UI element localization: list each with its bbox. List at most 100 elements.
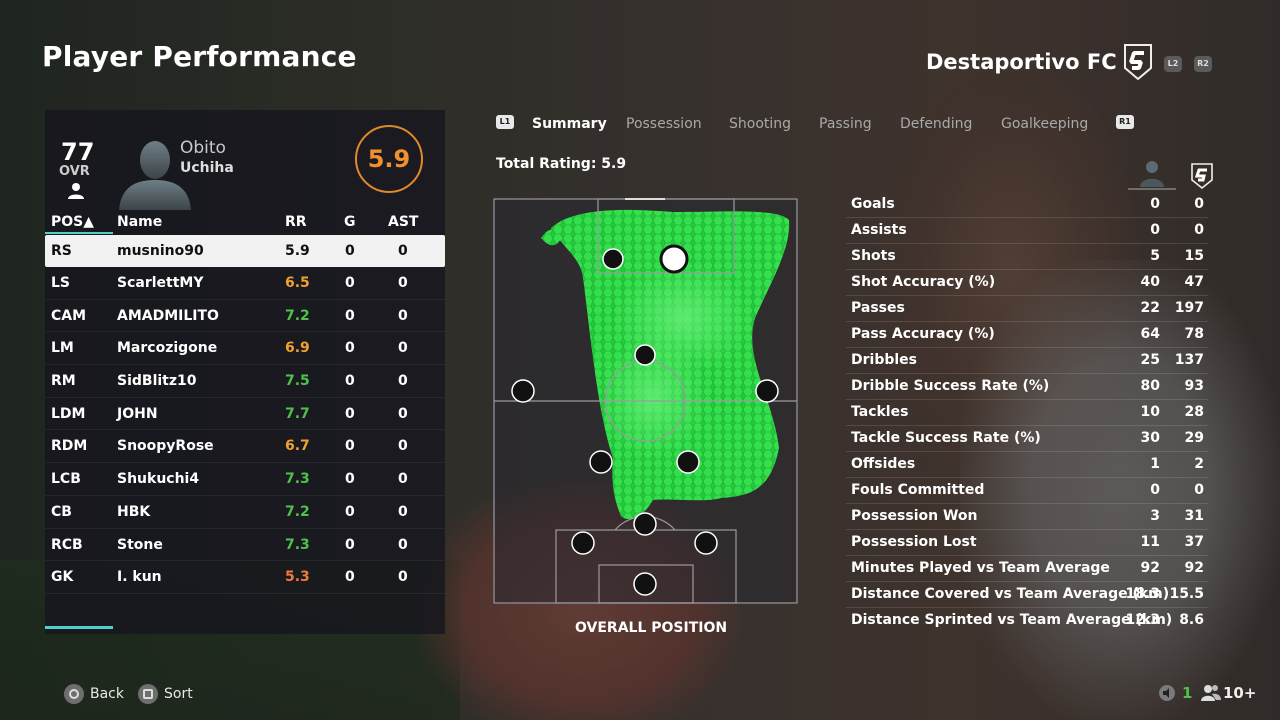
table-row[interactable]: GK I. kun 5.3 0 0 [45, 561, 445, 594]
row-g: 0 [345, 373, 355, 390]
tab-goalkeeping[interactable]: Goalkeeping [1001, 116, 1088, 132]
row-g: 0 [345, 307, 355, 324]
tab-summary[interactable]: Summary [532, 116, 607, 132]
stat-label: Possession Lost [851, 534, 977, 550]
row-rr: 6.7 [285, 438, 310, 455]
stat-row: Goals 0 0 [846, 192, 1208, 218]
row-rr: 5.3 [285, 569, 310, 586]
stat-team-value: 197 [1174, 300, 1204, 316]
table-row[interactable]: RCB Stone 7.3 0 0 [45, 529, 445, 562]
row-name: HBK [117, 503, 151, 520]
stat-label: Dribbles [851, 352, 917, 368]
stat-team-value: 15 [1184, 248, 1204, 264]
stat-team-value: 28 [1184, 404, 1204, 420]
circle-button-icon[interactable] [64, 684, 84, 704]
table-row[interactable]: LDM JOHN 7.7 0 0 [45, 398, 445, 431]
player-rating-badge: 5.9 [355, 125, 423, 193]
stat-label: Passes [851, 300, 905, 316]
stat-label: Tackles [851, 404, 909, 420]
player-dot[interactable] [571, 531, 595, 555]
club-crest-icon [1124, 44, 1152, 81]
col-pos[interactable]: POS▲ [51, 214, 94, 230]
row-g: 0 [345, 503, 355, 520]
stat-row: Possession Won 3 31 [846, 504, 1208, 530]
r1-button-icon[interactable]: R1 [1116, 115, 1134, 129]
player-dot[interactable] [511, 379, 535, 403]
online-count: 1 [1182, 684, 1193, 702]
stat-row: Dribbles 25 137 [846, 348, 1208, 374]
player-dot[interactable] [634, 344, 656, 366]
row-rr: 6.9 [285, 340, 310, 357]
row-ast: 0 [398, 536, 408, 553]
table-row[interactable]: RM SidBlitz10 7.5 0 0 [45, 365, 445, 398]
player-table: RS musnino90 5.9 0 0 LS ScarlettMY 6.5 0… [45, 235, 445, 594]
party-count: 10+ [1223, 684, 1257, 702]
stat-player-value: 11 [1140, 534, 1160, 550]
col-rr[interactable]: RR [285, 214, 307, 230]
tab-shooting[interactable]: Shooting [729, 116, 791, 132]
tab-defending[interactable]: Defending [900, 116, 972, 132]
row-pos: CB [51, 503, 72, 520]
row-pos: LS [51, 275, 71, 291]
table-row[interactable]: LM Marcozigone 6.9 0 0 [45, 332, 445, 366]
back-button[interactable]: Back [90, 686, 124, 702]
row-pos: RDM [51, 438, 88, 455]
stat-team-value: 92 [1184, 560, 1204, 576]
horizontal-scrollbar[interactable] [45, 626, 445, 634]
col-g[interactable]: G [344, 214, 356, 230]
row-rr: 6.5 [285, 275, 310, 291]
tab-passing[interactable]: Passing [819, 116, 872, 132]
square-button-icon[interactable] [138, 684, 158, 704]
stat-label: Pass Accuracy (%) [851, 326, 995, 342]
stat-team-value: 15.5 [1169, 586, 1204, 602]
row-ast: 0 [398, 503, 408, 520]
stat-label: Assists [851, 222, 907, 238]
stat-row: Shot Accuracy (%) 40 47 [846, 270, 1208, 296]
stat-label: Dribble Success Rate (%) [851, 378, 1050, 394]
tab-possession[interactable]: Possession [626, 116, 702, 132]
sort-indicator [45, 232, 113, 234]
stat-row: Tackle Success Rate (%) 30 29 [846, 426, 1208, 452]
stat-player-value: 30 [1140, 430, 1160, 446]
player-dot[interactable] [755, 379, 779, 403]
row-pos: LM [51, 340, 74, 357]
stat-label: Tackle Success Rate (%) [851, 430, 1041, 446]
table-row[interactable]: CB HBK 7.2 0 0 [45, 496, 445, 529]
row-pos: LCB [51, 471, 81, 488]
player-card: 77 OVR Obito Uchiha 5.9 [45, 110, 445, 210]
player-dot[interactable] [633, 512, 657, 536]
table-row[interactable]: RS musnino90 5.9 0 0 [45, 235, 445, 267]
sort-button[interactable]: Sort [164, 686, 193, 702]
stat-player-value: 12.3 [1125, 612, 1160, 628]
player-dot[interactable] [676, 450, 700, 474]
stat-team-value: 78 [1184, 326, 1204, 342]
row-name: Marcozigone [117, 340, 218, 357]
l1-button-icon[interactable]: L1 [496, 115, 514, 129]
row-name: JOHN [117, 405, 158, 422]
row-name: AMADMILITO [117, 307, 219, 324]
table-row[interactable]: RDM SnoopyRose 6.7 0 0 [45, 430, 445, 464]
table-row[interactable]: LCB Shukuchi4 7.3 0 0 [45, 463, 445, 496]
row-pos: RS [51, 243, 72, 259]
row-rr: 7.2 [285, 503, 310, 520]
page-title: Player Performance [42, 40, 357, 73]
player-dot[interactable] [589, 450, 613, 474]
player-dot[interactable] [602, 248, 624, 270]
stat-team-value: 2 [1194, 456, 1204, 472]
l2-button-icon[interactable]: L2 [1164, 56, 1182, 72]
table-row[interactable]: LS ScarlettMY 6.5 0 0 [45, 267, 445, 300]
row-pos: RM [51, 373, 76, 390]
row-rr: 7.2 [285, 307, 310, 324]
row-ast: 0 [398, 373, 408, 390]
col-ast[interactable]: AST [388, 214, 418, 230]
col-name[interactable]: Name [117, 214, 162, 230]
r2-button-icon[interactable]: R2 [1194, 56, 1212, 72]
row-g: 0 [345, 536, 355, 553]
table-row[interactable]: CAM AMADMILITO 7.2 0 0 [45, 300, 445, 333]
player-dot[interactable] [694, 531, 718, 555]
scrollbar-thumb[interactable] [45, 626, 113, 629]
stat-team-value: 47 [1184, 274, 1204, 290]
stat-team-value: 0 [1194, 482, 1204, 498]
player-dot[interactable] [633, 572, 657, 596]
row-rr: 7.3 [285, 471, 310, 488]
